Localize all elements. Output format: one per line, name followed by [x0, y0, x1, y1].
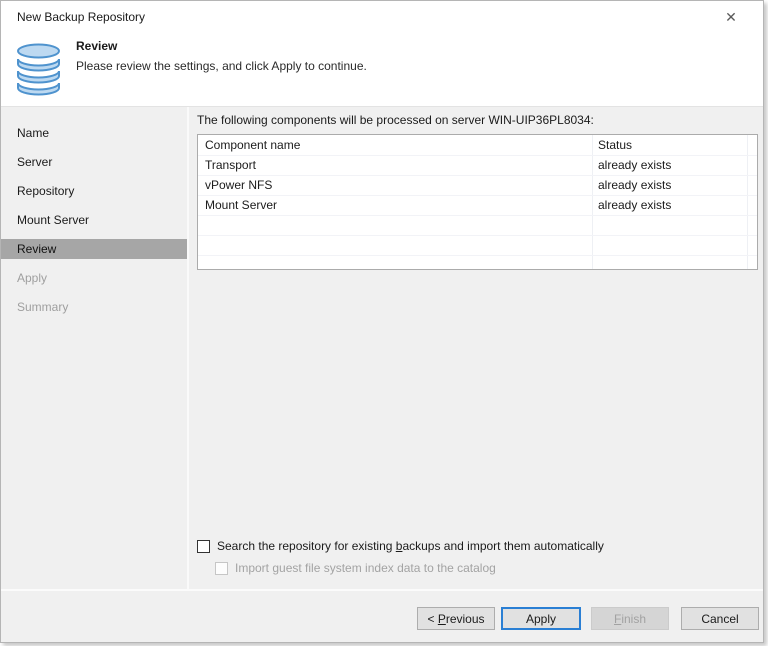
search-backups-row: Search the repository for existing backu…: [197, 539, 604, 553]
finish-button: Finish: [591, 607, 669, 630]
table-row: Mount Server already exists: [198, 196, 757, 216]
column-header-status: Status: [598, 138, 633, 152]
import-index-checkbox: [215, 561, 228, 575]
sidebar-item-server[interactable]: Server: [1, 147, 187, 176]
table-row-empty: [198, 256, 757, 269]
import-index-row: Import guest file system index data to t…: [215, 561, 496, 575]
import-index-label: Import guest file system index data to t…: [235, 561, 496, 575]
table-row-empty: [198, 236, 757, 256]
table-row-empty: [198, 216, 757, 236]
components-intro-text: The following components will be process…: [197, 113, 594, 127]
review-panel: The following components will be process…: [197, 107, 758, 589]
page-subtitle: Please review the settings, and click Ap…: [76, 59, 367, 73]
sidebar-item-summary: Summary: [17, 299, 69, 314]
table-row: Transport already exists: [198, 156, 757, 176]
page-title: Review: [76, 39, 118, 53]
sidebar-item-repository[interactable]: Repository: [1, 176, 187, 205]
sidebar-item-apply: Apply: [17, 270, 48, 285]
sidebar-item-review[interactable]: Review: [1, 234, 187, 263]
search-backups-checkbox[interactable]: [197, 539, 210, 553]
table-row: vPower NFS already exists: [198, 176, 757, 196]
database-icon: [17, 43, 60, 96]
components-table: Component name Status Transport already …: [197, 134, 758, 270]
wizard-steps-sidebar: Name Server Repository Mount Server Revi…: [1, 107, 187, 589]
wizard-header: Review Please review the settings, and c…: [1, 34, 763, 107]
cancel-button[interactable]: Cancel: [681, 607, 759, 630]
sidebar-item-mount-server[interactable]: Mount Server: [1, 205, 187, 234]
wizard-body: Name Server Repository Mount Server Revi…: [1, 107, 763, 589]
close-icon[interactable]: ✕: [717, 5, 745, 29]
search-backups-label: Search the repository for existing backu…: [217, 539, 604, 553]
column-header-component: Component name: [205, 138, 301, 152]
apply-button[interactable]: Apply: [501, 607, 581, 630]
title-bar: New Backup Repository ✕: [1, 1, 763, 34]
sidebar-item-name[interactable]: Name: [1, 118, 187, 147]
button-bar: < Previous Apply Finish Cancel: [1, 591, 763, 642]
table-header-row: Component name Status: [198, 135, 757, 156]
window-title: New Backup Repository: [17, 10, 146, 24]
wizard-dialog: New Backup Repository ✕ Review Please re…: [0, 0, 764, 643]
previous-button[interactable]: < Previous: [417, 607, 495, 630]
sidebar-divider: [187, 107, 189, 589]
